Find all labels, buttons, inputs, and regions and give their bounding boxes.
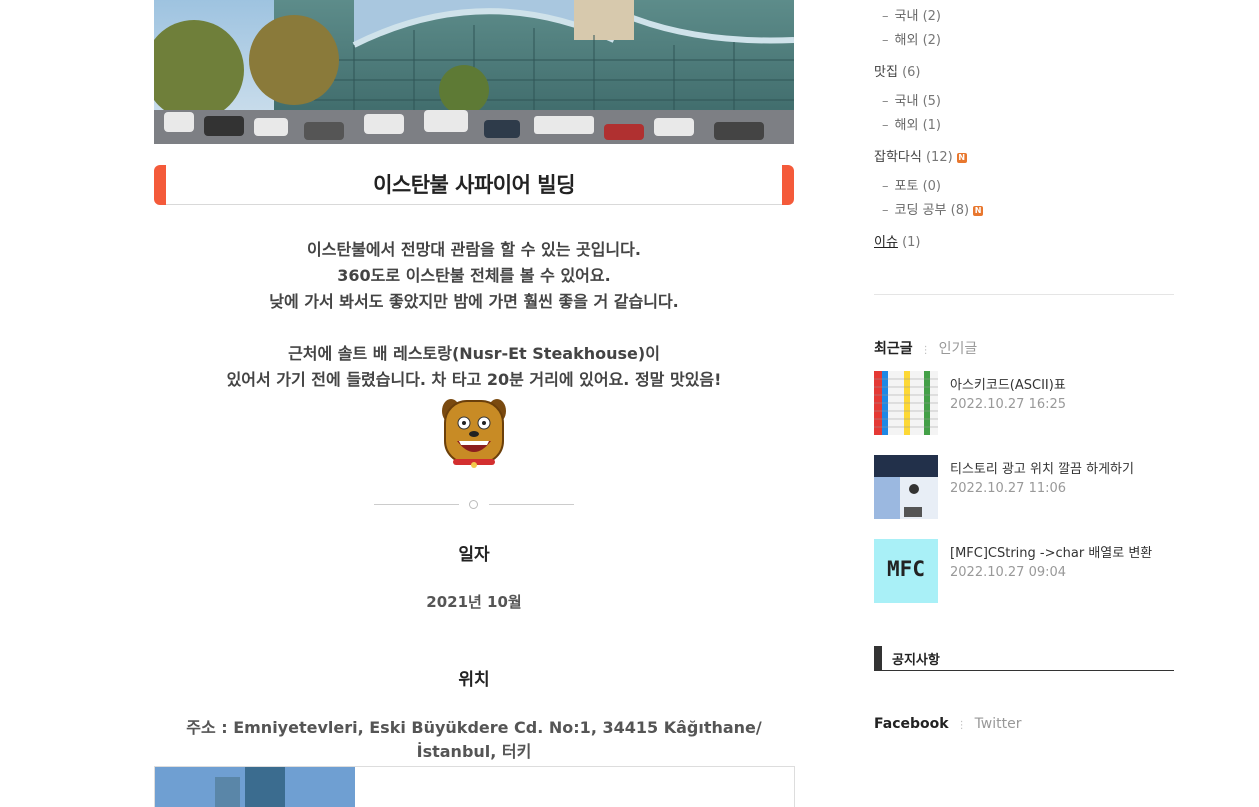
tab-popular[interactable]: 인기글	[939, 341, 978, 357]
post-tabs: 최근글 ⋮ 인기글	[874, 341, 978, 357]
category-item-domestic[interactable]: – 국내 (2)	[882, 5, 941, 24]
location-heading: 위치	[458, 670, 490, 690]
twitter-tab[interactable]: Twitter	[975, 716, 1022, 732]
section-divider	[374, 498, 574, 512]
recent-post-date: 2022.10.27 11:06	[950, 481, 1067, 496]
post-intro: 이스탄불에서 전망대 관람을 할 수 있는 곳입니다. 360도로 이스탄불 전…	[154, 237, 794, 315]
notice-header: 공지사항	[874, 646, 1174, 671]
category-item-food-domestic[interactable]: – 국내 (5)	[882, 90, 941, 109]
title-underline	[166, 204, 782, 205]
recent-post-date: 2022.10.27 09:04	[950, 565, 1067, 580]
tab-recent[interactable]: 최근글	[874, 341, 913, 357]
recent-post-title[interactable]: 티스토리 광고 위치 깔끔 하게하기	[950, 458, 1134, 477]
post-paragraph: 360도로 이스탄불 전체를 볼 수 있어요.	[337, 266, 611, 285]
category-item-coding[interactable]: – 코딩 공부 (8) N	[882, 199, 984, 218]
recent-post-thumbnail[interactable]: MFC	[874, 539, 938, 603]
new-badge: N	[973, 206, 984, 216]
recent-post-thumbnail[interactable]	[874, 371, 938, 435]
category-item-overseas[interactable]: – 해외 (2)	[882, 29, 941, 48]
social-tabs: Facebook ⋮ Twitter	[874, 716, 1022, 732]
dog-emoticon	[441, 393, 507, 471]
category-item-trivia[interactable]: 잡학다식 (12) N	[874, 146, 967, 165]
recent-post-item[interactable]: 티스토리 광고 위치 깔끔 하게하기 2022.10.27 11:06	[874, 455, 1174, 519]
recent-post-title[interactable]: [MFC]CString ->char 배열로 변환	[950, 542, 1152, 561]
category-item-photo[interactable]: – 포토 (0)	[882, 175, 941, 194]
post-hero-image	[154, 0, 794, 144]
notice-title[interactable]: 공지사항	[892, 649, 940, 668]
recent-post-thumbnail[interactable]	[874, 455, 938, 519]
post-title-bar: 이스탄불 사파이어 빌딩	[154, 165, 794, 205]
date-heading: 일자	[458, 545, 490, 565]
next-image-card[interactable]	[154, 766, 795, 807]
post-paragraph: 있어서 가기 전에 들렸습니다. 차 타고 20분 거리에 있어요. 정말 맛있…	[226, 370, 722, 389]
next-image-thumbnail[interactable]	[155, 767, 355, 807]
recent-post-item[interactable]: 아스키코드(ASCII)표 2022.10.27 16:25	[874, 371, 1174, 435]
post-paragraph: 이스탄불에서 전망대 관람을 할 수 있는 곳입니다.	[307, 240, 641, 259]
new-badge: N	[956, 153, 967, 163]
category-item-issue[interactable]: 이슈 (1)	[874, 231, 920, 250]
address-text: 주소 : Emniyetevleri, Eski Büyükdere Cd. N…	[186, 718, 762, 761]
facebook-tab[interactable]: Facebook	[874, 716, 949, 732]
recent-post-date: 2022.10.27 16:25	[950, 397, 1067, 412]
post-title: 이스탄불 사파이어 빌딩	[373, 173, 575, 197]
mfc-thumb-label: MFC	[887, 557, 925, 581]
sidebar-divider	[874, 294, 1174, 295]
category-item-food-overseas[interactable]: – 해외 (1)	[882, 114, 941, 133]
date-value: 2021년 10월	[426, 593, 522, 611]
recent-post-item[interactable]: MFC [MFC]CString ->char 배열로 변환 2022.10.2…	[874, 539, 1174, 603]
recent-post-title[interactable]: 아스키코드(ASCII)표	[950, 374, 1066, 393]
post-paragraph: 낮에 가서 봐서도 좋았지만 밤에 가면 훨씬 좋을 거 같습니다.	[269, 292, 679, 311]
post-paragraph: 근처에 솔트 배 레스토랑(Nusr-Et Steakhouse)이	[288, 344, 660, 363]
post-restaurant-note: 근처에 솔트 배 레스토랑(Nusr-Et Steakhouse)이 있어서 가…	[154, 341, 794, 393]
category-item-food[interactable]: 맛집 (6)	[874, 61, 920, 80]
